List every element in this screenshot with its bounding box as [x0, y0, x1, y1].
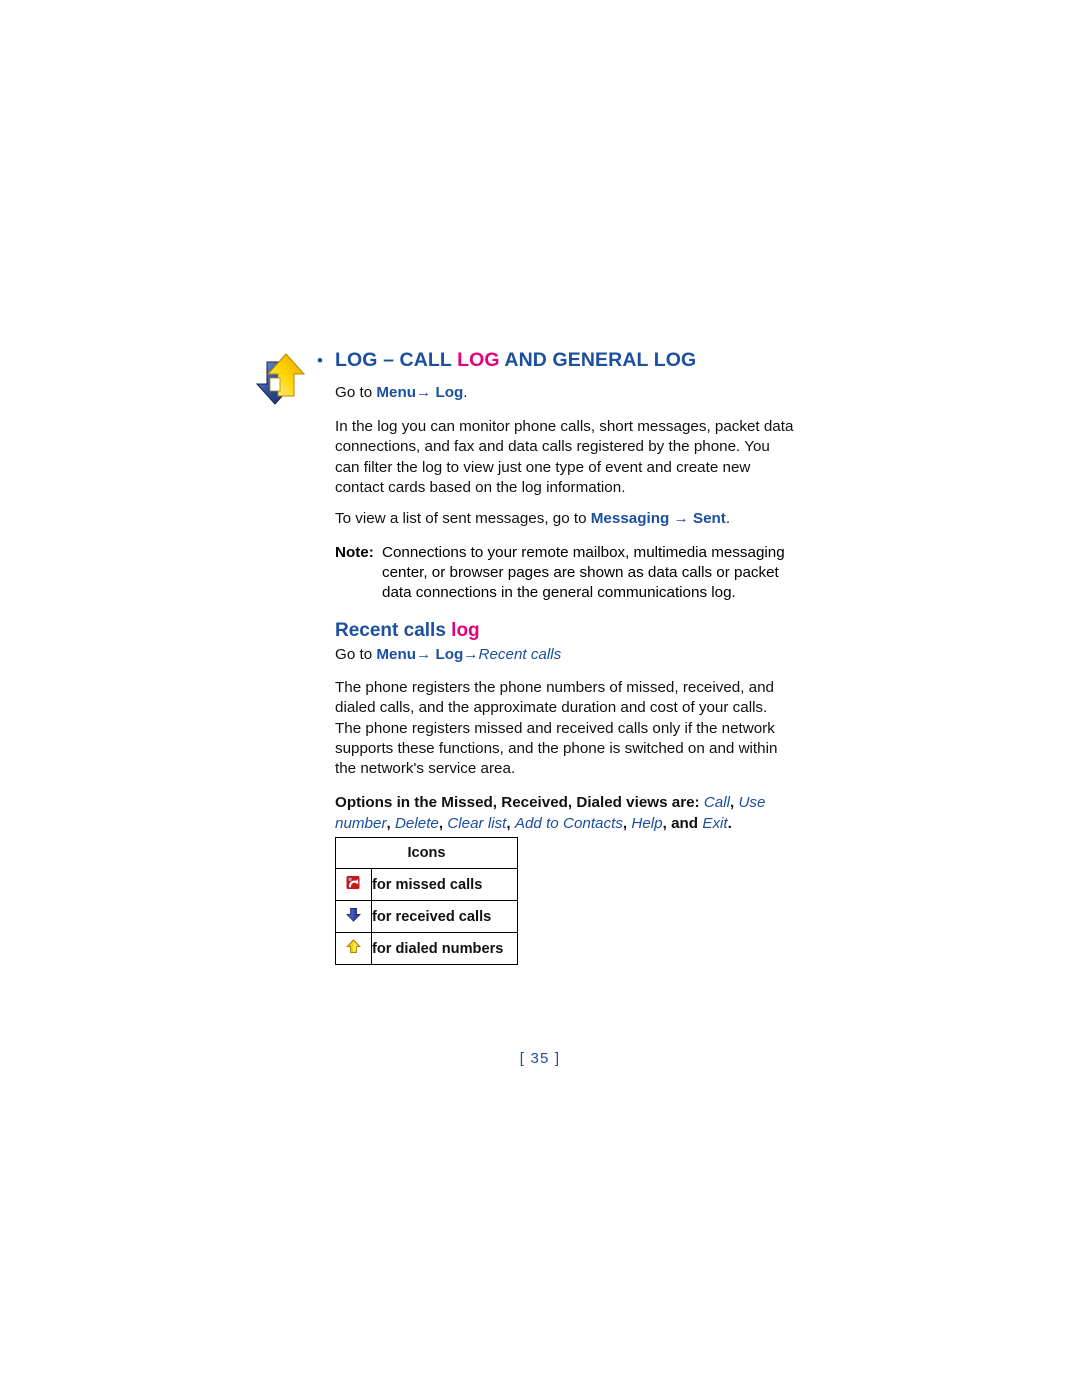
table-header-row: Icons	[335, 837, 518, 869]
dialed-number-label: for dialed numbers	[371, 932, 518, 965]
nav-prefix: Go to	[335, 384, 377, 402]
nav-item-log: Log	[435, 384, 464, 402]
option-exit: Exit	[702, 814, 728, 832]
nav-item-sent: Sent	[692, 510, 726, 528]
option-delete: Delete	[394, 814, 439, 832]
options-conjunction: and	[671, 814, 703, 832]
subsection-title-highlight: log	[451, 619, 480, 641]
note-label: Note:	[335, 543, 374, 561]
options-sep-4: ,	[506, 814, 515, 832]
option-help: Help	[631, 814, 663, 832]
icons-table-header: Icons	[335, 837, 518, 869]
table-row: for received calls	[335, 900, 518, 933]
option-add-to-contacts: Add to Contacts	[514, 814, 623, 832]
options-terminator: .	[727, 814, 732, 832]
table-row: for missed calls	[335, 868, 518, 901]
table-row: for dialed numbers	[335, 932, 518, 965]
page-title-highlight: LOG	[457, 349, 500, 371]
subnav-prefix: Go to	[335, 645, 377, 663]
content-column: • LOG – CALL LOG AND GENERAL LOG Go to M…	[317, 349, 795, 835]
received-call-icon	[335, 900, 372, 933]
sent-messages-nav-path: To view a list of sent messages, go to M…	[335, 509, 795, 529]
page-title-part2: AND GENERAL LOG	[499, 349, 697, 371]
subnav-item-log: Log	[435, 645, 464, 663]
nav-suffix: .	[463, 384, 468, 402]
subnav-arrow-icon-1: →	[416, 645, 432, 663]
dialed-number-icon	[335, 932, 372, 965]
options-sep-2: ,	[386, 814, 395, 832]
subnav-arrow-icon-2: →	[463, 645, 479, 663]
note-block: Note: Connections to your remote mailbox…	[335, 543, 795, 604]
page-title-part1: LOG – CALL	[335, 349, 458, 371]
section-nav-path: Go to Menu→ Log.	[335, 383, 795, 403]
missed-call-icon	[335, 868, 372, 901]
options-sep-6: ,	[662, 814, 672, 832]
sent-prefix: To view a list of sent messages, go to	[335, 510, 591, 528]
bullet-icon: •	[317, 351, 323, 370]
subsection-title-part1: Recent calls	[335, 619, 452, 641]
missed-call-label: for missed calls	[371, 868, 518, 901]
nav-item-menu: Menu	[376, 384, 417, 402]
sent-suffix: .	[725, 510, 731, 528]
subnav-item-menu: Menu	[376, 645, 417, 663]
options-lead: Options in the Missed, Received, Dialed …	[335, 793, 704, 811]
document-page: • LOG – CALL LOG AND GENERAL LOG Go to M…	[0, 0, 1080, 1397]
recent-calls-paragraph: The phone registers the phone numbers of…	[335, 678, 778, 778]
nav-arrow-icon: →	[416, 384, 432, 402]
option-call: Call	[703, 793, 731, 811]
intro-paragraph: In the log you can monitor phone calls, …	[335, 417, 794, 496]
options-paragraph: Options in the Missed, Received, Dialed …	[335, 793, 795, 835]
nav-arrow-icon-2: →	[673, 510, 689, 528]
nav-item-messaging: Messaging	[590, 510, 670, 528]
page-number: [ 35 ]	[519, 1050, 561, 1067]
icons-table: Icons for missed calls for received call…	[335, 837, 518, 965]
option-clear-list: Clear list	[447, 814, 507, 832]
subnav-item-recent-calls: Recent calls	[478, 645, 562, 663]
subsection-nav-path: Go to Menu→ Log→Recent calls	[335, 645, 795, 665]
received-call-label: for received calls	[371, 900, 518, 933]
subsection-title: Recent calls log	[335, 620, 795, 642]
log-arrows-icon	[250, 352, 312, 410]
page-title: LOG – CALL LOG AND GENERAL LOG	[335, 349, 697, 371]
note-text: Connections to your remote mailbox, mult…	[382, 543, 785, 602]
section-heading: • LOG – CALL LOG AND GENERAL LOG	[317, 349, 795, 371]
